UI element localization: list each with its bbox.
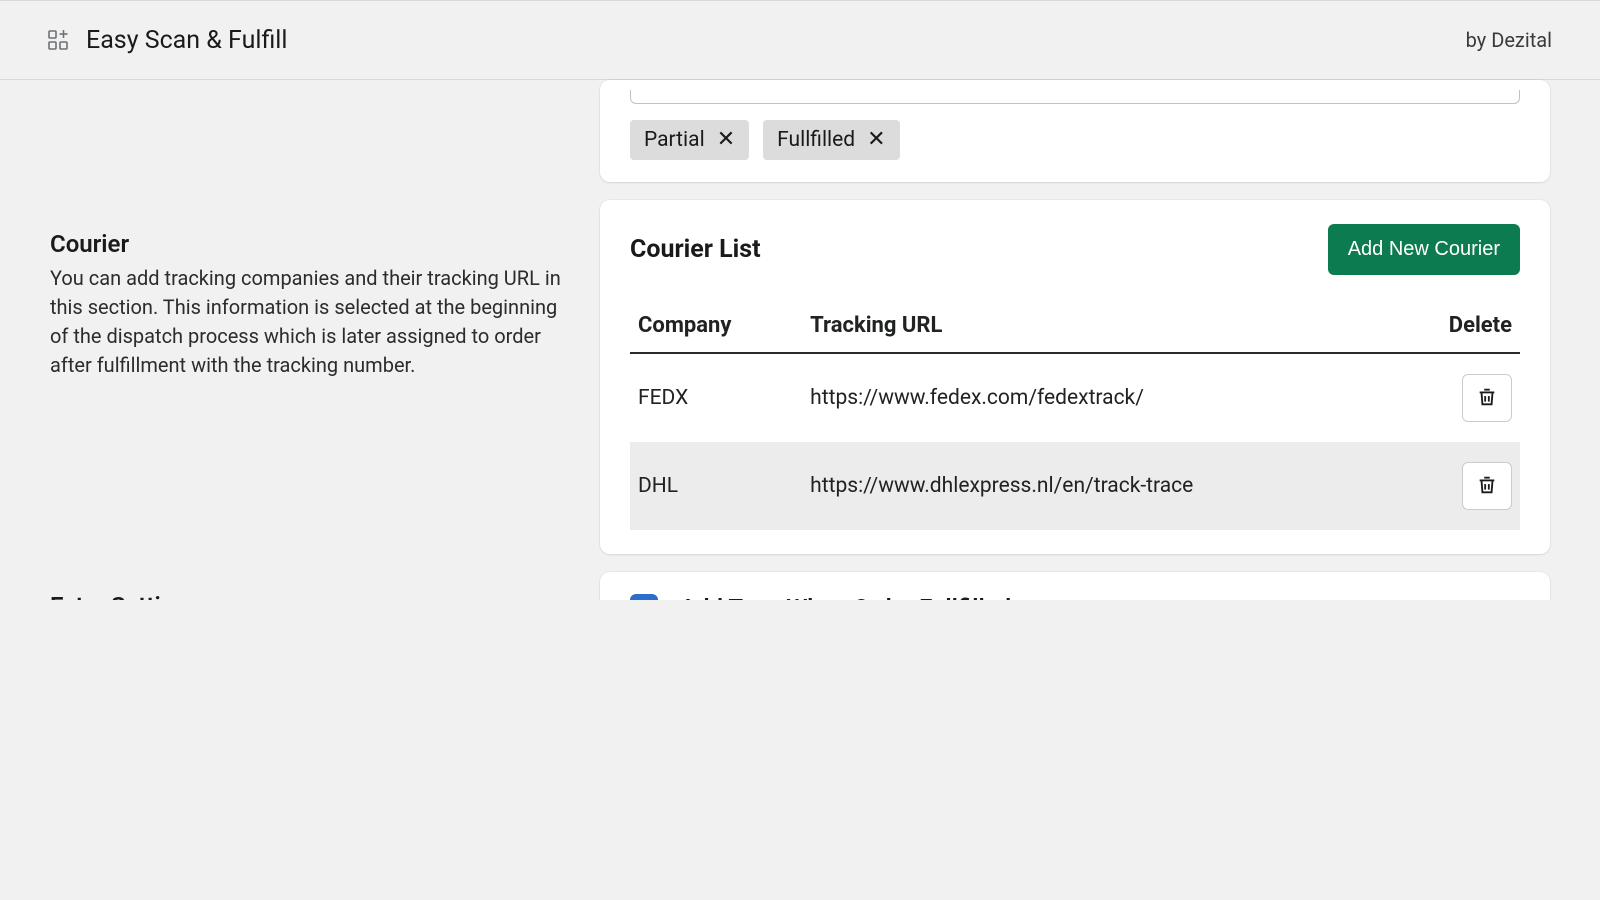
table-row: DHL https://www.dhlexpress.nl/en/track-t… <box>630 442 1520 530</box>
checkbox-label: Add Tags When Order Fullfilled <box>680 594 1011 600</box>
app-title: Easy Scan & Fulfill <box>86 26 287 55</box>
section-title-extra: Extra Settings <box>50 592 572 600</box>
cell-url: https://www.dhlexpress.nl/en/track-trace <box>802 442 1430 530</box>
courier-table: Company Tracking URL Delete FEDX https:/… <box>630 303 1520 530</box>
extra-settings-card: Add Tags When Order Fullfilled <box>600 572 1550 600</box>
col-tracking-url: Tracking URL <box>802 303 1430 353</box>
cell-company: DHL <box>630 442 802 530</box>
tag-input[interactable] <box>630 90 1520 104</box>
cell-company: FEDX <box>630 353 802 442</box>
tag-chip-partial[interactable]: Partial ✕ <box>630 120 749 160</box>
col-delete: Delete <box>1430 303 1520 353</box>
add-new-courier-button[interactable]: Add New Courier <box>1328 224 1520 275</box>
delete-courier-button[interactable] <box>1462 374 1512 422</box>
app-grid-icon <box>48 30 68 50</box>
courier-list-card: Courier List Add New Courier Company Tra… <box>600 200 1550 554</box>
courier-list-title: Courier List <box>630 235 761 264</box>
cell-url: https://www.fedex.com/fedextrack/ <box>802 353 1430 442</box>
section-desc-courier: You can add tracking companies and their… <box>50 264 572 380</box>
tags-card: Partial ✕ Fullfilled ✕ <box>600 80 1550 182</box>
col-company: Company <box>630 303 802 353</box>
chip-label: Fullfilled <box>777 128 855 152</box>
tag-chip-fullfilled[interactable]: Fullfilled ✕ <box>763 120 899 160</box>
close-icon[interactable]: ✕ <box>867 129 885 151</box>
table-row: FEDX https://www.fedex.com/fedextrack/ <box>630 353 1520 442</box>
checkbox-add-tags[interactable] <box>630 594 658 600</box>
section-title-courier: Courier <box>50 230 572 258</box>
close-icon[interactable]: ✕ <box>717 129 735 151</box>
delete-courier-button[interactable] <box>1462 462 1512 510</box>
chip-label: Partial <box>644 128 705 152</box>
top-bar: Easy Scan & Fulfill by Dezital <box>0 0 1600 80</box>
trash-icon <box>1476 474 1498 499</box>
attribution-text: by Dezital <box>1466 28 1552 52</box>
trash-icon <box>1476 386 1498 411</box>
